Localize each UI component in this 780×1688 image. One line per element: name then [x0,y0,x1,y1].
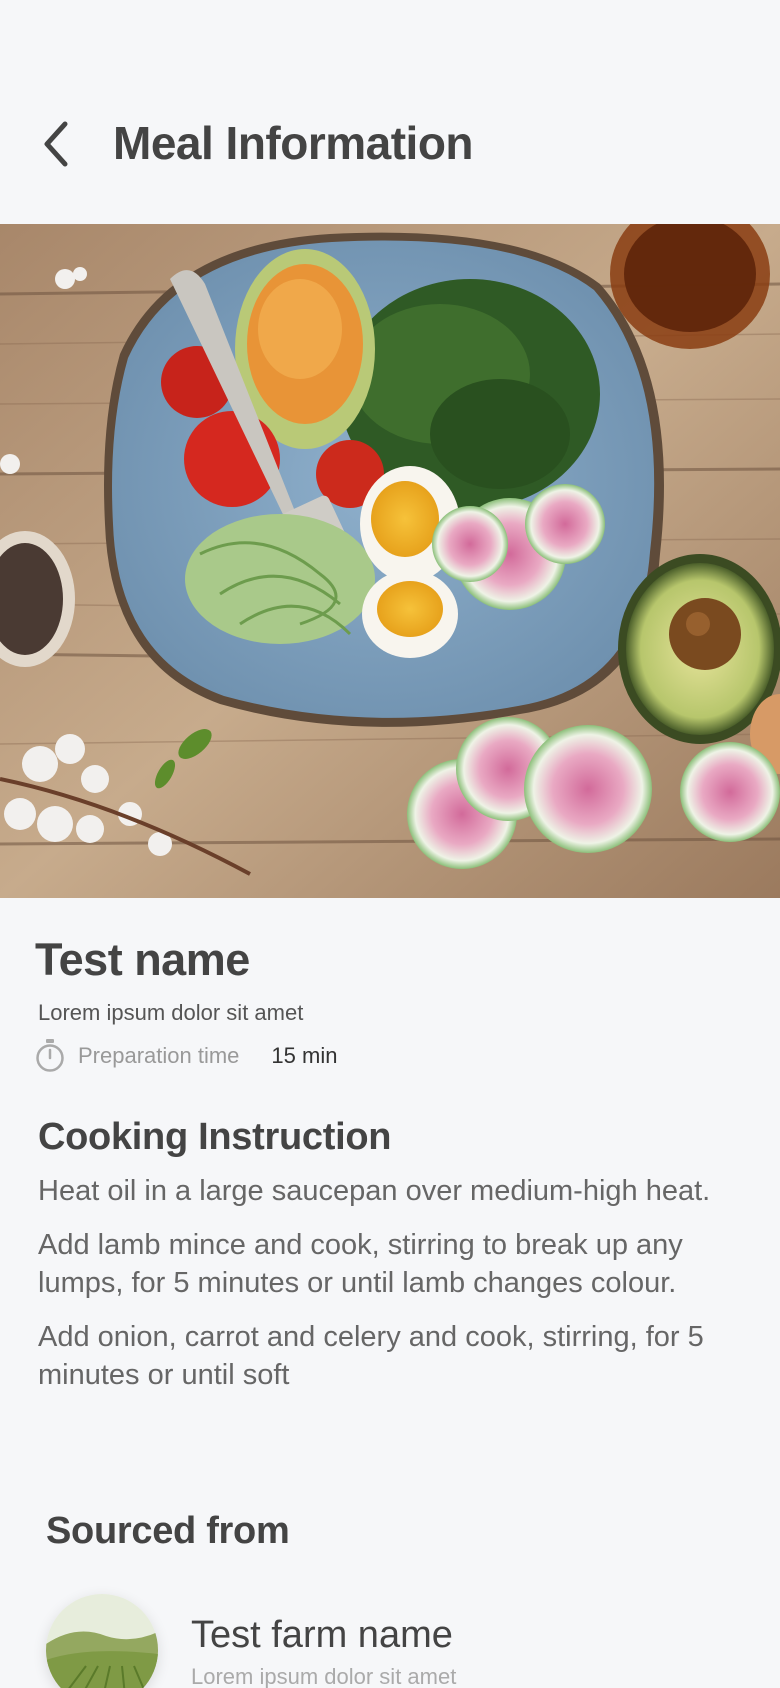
back-button[interactable] [30,112,80,176]
page-title: Meal Information [113,117,474,169]
sourced-from-title: Sourced from [46,1510,290,1552]
instruction-step: Heat oil in a large saucepan over medium… [38,1175,711,1207]
farm-description: Lorem ipsum dolor sit amet [191,1664,457,1688]
farm-avatar [46,1594,158,1688]
cooking-instruction-title: Cooking Instruction [38,1116,392,1158]
instruction-step: Add lamb mince and cook, stirring to bre… [38,1229,683,1299]
chevron-left-icon [44,121,68,167]
meal-photo [0,224,780,898]
app-header: Meal Information [0,0,780,224]
farm-name: Test farm name [191,1614,453,1656]
farm-card[interactable]: Test farm name Lorem ipsum dolor sit ame… [46,1594,746,1688]
instruction-step: Add onion, carrot and celery and cook, s… [38,1321,704,1391]
meal-description: Lorem ipsum dolor sit amet [38,1000,304,1025]
stopwatch-icon [36,1039,64,1072]
preparation-time-row: Preparation time 15 min [34,1036,337,1076]
preparation-time-value: 15 min [271,1043,338,1068]
instruction-list: Heat oil in a large saucepan over medium… [38,1172,738,1410]
preparation-time-label: Preparation time [78,1043,240,1068]
meal-name: Test name [35,934,250,985]
